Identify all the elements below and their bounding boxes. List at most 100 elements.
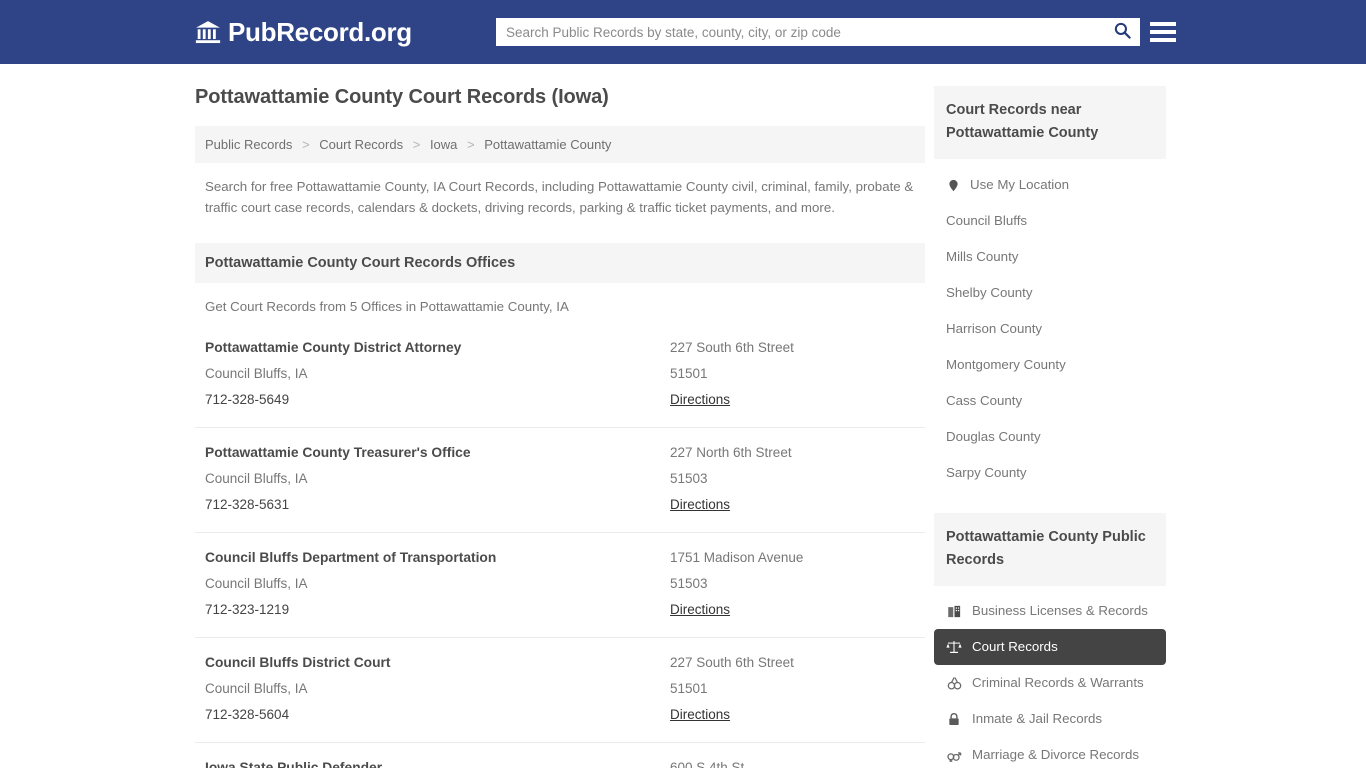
office-address: 227 North 6th Street 51503 Directions: [670, 440, 915, 518]
office-street: 227 South 6th Street: [670, 335, 915, 361]
sidebar-item-business-licenses[interactable]: Business Licenses & Records: [934, 593, 1166, 629]
office-zip: 51501: [670, 676, 915, 702]
sidebar-item-label: Douglas County: [946, 428, 1041, 446]
office-address: 227 South 6th Street 51501 Directions: [670, 650, 915, 728]
breadcrumb-item-pottawattamie-county[interactable]: Pottawattamie County: [484, 137, 611, 152]
intro-paragraph: Search for free Pottawattamie County, IA…: [195, 163, 925, 218]
lock-icon: [946, 711, 962, 727]
office-phone[interactable]: 712-328-5604: [205, 702, 670, 728]
sidebar-records-panel-title: Pottawattamie County Public Records: [934, 513, 1166, 586]
sidebar-item-sarpy-county[interactable]: Sarpy County: [934, 455, 1166, 491]
sidebar-item-council-bluffs[interactable]: Council Bluffs: [934, 203, 1166, 239]
office-info: Council Bluffs Department of Transportat…: [205, 545, 670, 623]
sidebar-item-label: Council Bluffs: [946, 212, 1027, 230]
breadcrumb-item-public-records[interactable]: Public Records: [205, 137, 292, 152]
office-street: 227 North 6th Street: [670, 440, 915, 466]
hamburger-bar: [1150, 30, 1176, 34]
building-icon: [946, 603, 962, 619]
office-zip: 51503: [670, 466, 915, 492]
directions-link[interactable]: Directions: [670, 492, 730, 518]
sidebar-item-harrison-county[interactable]: Harrison County: [934, 311, 1166, 347]
gender-symbols-icon: [946, 747, 962, 763]
scales-icon: [946, 639, 962, 655]
directions-link[interactable]: Directions: [670, 597, 730, 623]
sidebar-item-douglas-county[interactable]: Douglas County: [934, 419, 1166, 455]
sidebar-item-label: Mills County: [946, 248, 1018, 266]
sidebar-item-label: Business Licenses & Records: [972, 602, 1148, 620]
office-street: 600 S 4th St: [670, 755, 915, 768]
office-name: Council Bluffs District Court: [205, 650, 670, 676]
office-street: 227 South 6th Street: [670, 650, 915, 676]
page-body: Pottawattamie County Court Records (Iowa…: [0, 64, 1366, 86]
map-pin-icon: [946, 178, 961, 193]
breadcrumb-item-iowa[interactable]: Iowa: [430, 137, 457, 152]
office-zip: 51503: [670, 571, 915, 597]
hamburger-bar: [1150, 38, 1176, 42]
brand-name: PubRecord.org: [228, 17, 412, 48]
office-address: 227 South 6th Street 51501 Directions: [670, 335, 915, 413]
office-info: Iowa State Public Defender Council Bluff…: [205, 755, 670, 768]
breadcrumb-separator: >: [302, 137, 310, 152]
bank-building-icon: [195, 19, 221, 45]
sidebar-item-montgomery-county[interactable]: Montgomery County: [934, 347, 1166, 383]
office-address: 600 S 4th St 51503: [670, 755, 915, 768]
search-bar: [496, 18, 1140, 46]
sidebar-item-shelby-county[interactable]: Shelby County: [934, 275, 1166, 311]
search-input[interactable]: [496, 18, 1104, 46]
table-row: Council Bluffs District Court Council Bl…: [195, 637, 925, 742]
office-city: Council Bluffs, IA: [205, 571, 670, 597]
breadcrumb: Public Records > Court Records > Iowa > …: [195, 126, 925, 163]
sidebar-item-label: Shelby County: [946, 284, 1032, 302]
sidebar-item-label: Inmate & Jail Records: [972, 710, 1102, 728]
office-street: 1751 Madison Avenue: [670, 545, 915, 571]
office-name: Iowa State Public Defender: [205, 755, 670, 768]
office-name: Pottawattamie County District Attorney: [205, 335, 670, 361]
site-logo[interactable]: PubRecord.org: [195, 17, 412, 48]
offices-section-subtitle: Get Court Records from 5 Offices in Pott…: [195, 283, 925, 314]
sidebar-item-mills-county[interactable]: Mills County: [934, 239, 1166, 275]
sidebar-near-list: Use My Location Council Bluffs Mills Cou…: [934, 167, 1166, 491]
office-info: Council Bluffs District Court Council Bl…: [205, 650, 670, 728]
sidebar-item-marriage-divorce-records[interactable]: Marriage & Divorce Records: [934, 737, 1166, 768]
sidebar: Court Records near Pottawattamie County …: [934, 86, 1166, 768]
sidebar-item-label: Cass County: [946, 392, 1022, 410]
offices-section-title: Pottawattamie County Court Records Offic…: [195, 243, 925, 283]
sidebar-item-label: Court Records: [972, 638, 1058, 656]
directions-link[interactable]: Directions: [670, 387, 730, 413]
site-header: PubRecord.org: [0, 0, 1366, 64]
sidebar-item-label: Sarpy County: [946, 464, 1027, 482]
sidebar-item-label: Montgomery County: [946, 356, 1066, 374]
sidebar-item-label: Criminal Records & Warrants: [972, 674, 1144, 692]
sidebar-records-list: Business Licenses & Records Court Record…: [934, 593, 1166, 768]
office-info: Pottawattamie County Treasurer's Office …: [205, 440, 670, 518]
office-name: Council Bluffs Department of Transportat…: [205, 545, 670, 571]
handcuffs-icon: [946, 675, 962, 691]
sidebar-item-cass-county[interactable]: Cass County: [934, 383, 1166, 419]
sidebar-item-label: Use My Location: [970, 176, 1069, 194]
office-phone[interactable]: 712-328-5631: [205, 492, 670, 518]
sidebar-item-use-my-location[interactable]: Use My Location: [934, 167, 1166, 203]
hamburger-bar: [1150, 22, 1176, 26]
sidebar-item-label: Marriage & Divorce Records: [972, 746, 1139, 764]
office-city: Council Bluffs, IA: [205, 466, 670, 492]
sidebar-item-court-records[interactable]: Court Records: [934, 629, 1166, 665]
search-icon: [1113, 21, 1132, 43]
table-row: Council Bluffs Department of Transportat…: [195, 532, 925, 637]
office-phone[interactable]: 712-323-1219: [205, 597, 670, 623]
office-info: Pottawattamie County District Attorney C…: [205, 335, 670, 413]
hamburger-menu-icon[interactable]: [1150, 19, 1176, 45]
office-address: 1751 Madison Avenue 51503 Directions: [670, 545, 915, 623]
search-button[interactable]: [1104, 18, 1140, 46]
page-title: Pottawattamie County Court Records (Iowa…: [195, 86, 925, 109]
office-city: Council Bluffs, IA: [205, 676, 670, 702]
sidebar-item-label: Harrison County: [946, 320, 1042, 338]
sidebar-item-criminal-records[interactable]: Criminal Records & Warrants: [934, 665, 1166, 701]
directions-link[interactable]: Directions: [670, 702, 730, 728]
office-phone[interactable]: 712-328-5649: [205, 387, 670, 413]
sidebar-item-inmate-jail-records[interactable]: Inmate & Jail Records: [934, 701, 1166, 737]
breadcrumb-separator: >: [467, 137, 475, 152]
breadcrumb-item-court-records[interactable]: Court Records: [319, 137, 403, 152]
breadcrumb-separator: >: [413, 137, 421, 152]
table-row: Pottawattamie County District Attorney C…: [195, 335, 925, 427]
sidebar-panel-divider: [934, 491, 1166, 513]
